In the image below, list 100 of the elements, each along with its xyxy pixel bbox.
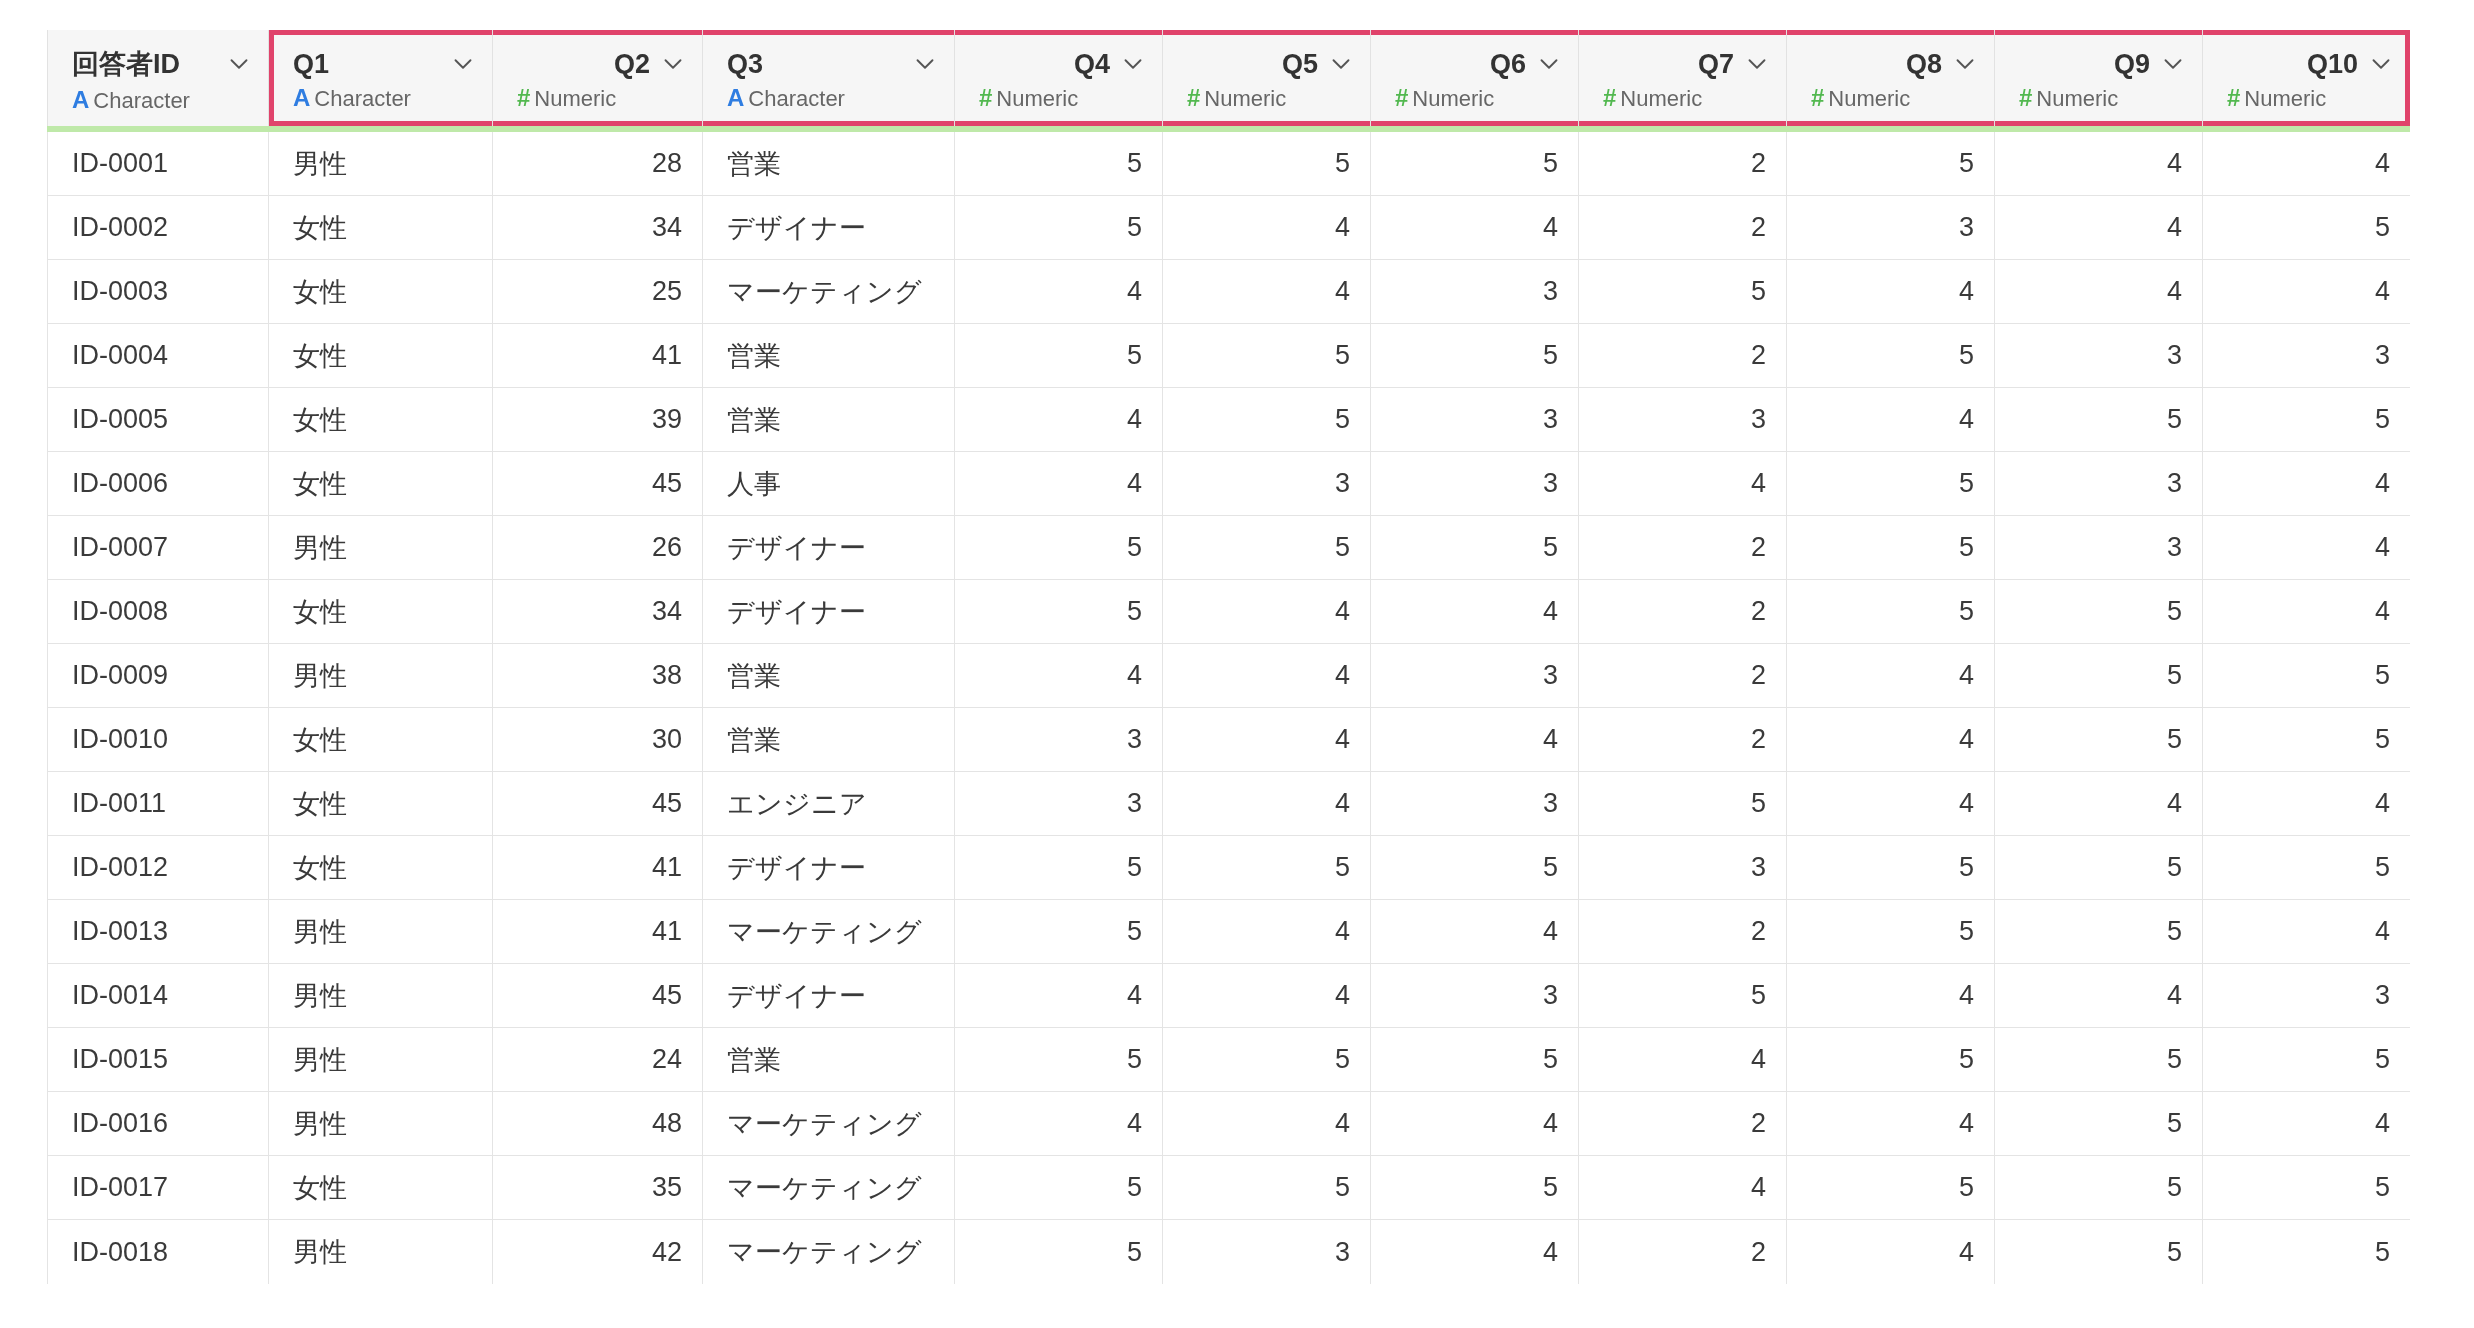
table-cell: 5	[954, 1156, 1162, 1220]
table-cell: 4	[954, 260, 1162, 324]
table-cell: 5	[954, 132, 1162, 196]
table-cell: 5	[1786, 516, 1994, 580]
table-cell: デザイナー	[702, 964, 954, 1028]
table-cell: 5	[1994, 900, 2202, 964]
table-cell: 4	[1994, 964, 2202, 1028]
table-cell: 5	[1578, 260, 1786, 324]
table-cell: 3	[1370, 964, 1578, 1028]
table-cell: ID-0010	[47, 708, 268, 772]
table-cell: 4	[1162, 196, 1370, 260]
table-cell: 3	[1370, 388, 1578, 452]
table-cell: 5	[1578, 964, 1786, 1028]
column-title: Q4	[1072, 48, 1110, 80]
table-cell: 4	[954, 1092, 1162, 1156]
column-title: Q2	[612, 48, 650, 80]
table-cell: ID-0008	[47, 580, 268, 644]
column-header[interactable]: Q1 A Character	[268, 30, 492, 126]
column-header[interactable]: Q8 # Numeric	[1786, 30, 1994, 126]
type-icon: A	[727, 83, 745, 112]
table-cell: 4	[1786, 644, 1994, 708]
table-cell: ID-0006	[47, 452, 268, 516]
column-header[interactable]: Q7 # Numeric	[1578, 30, 1786, 126]
table-cell: 5	[1370, 324, 1578, 388]
column-header[interactable]: Q2 # Numeric	[492, 30, 702, 126]
column-title: Q8	[1904, 48, 1942, 80]
column-type: Numeric	[2244, 85, 2327, 112]
table-cell: 3	[954, 772, 1162, 836]
column-type: Numeric	[534, 85, 617, 112]
table-cell: 5	[954, 836, 1162, 900]
table-cell: 5	[954, 1220, 1162, 1284]
table-cell: 4	[2202, 132, 2410, 196]
table-cell: 5	[1786, 1156, 1994, 1220]
column-title: Q1	[293, 48, 331, 80]
table-cell: 3	[1994, 516, 2202, 580]
table-cell: 2	[1578, 324, 1786, 388]
table-cell: 4	[2202, 900, 2410, 964]
table-cell: 5	[2202, 644, 2410, 708]
table-cell: 5	[1370, 836, 1578, 900]
table-cell: 5	[1994, 1220, 2202, 1284]
column-header[interactable]: Q3 A Character	[702, 30, 954, 126]
table-cell: 男性	[268, 900, 492, 964]
column-type: Numeric	[996, 85, 1079, 112]
table-cell: 5	[2202, 1220, 2410, 1284]
table-cell: 4	[1162, 644, 1370, 708]
table-cell: 4	[1370, 1220, 1578, 1284]
table-cell: 24	[492, 1028, 702, 1092]
table-cell: 5	[1162, 516, 1370, 580]
column-header[interactable]: 回答者ID A Character	[47, 30, 268, 126]
column-header[interactable]: Q4 # Numeric	[954, 30, 1162, 126]
table-cell: 5	[1162, 1156, 1370, 1220]
table-cell: 4	[1578, 452, 1786, 516]
column-type: Character	[93, 88, 190, 114]
table-cell: マーケティング	[702, 1092, 954, 1156]
table-cell: 5	[2202, 708, 2410, 772]
table-cell: 5	[1786, 580, 1994, 644]
column-header[interactable]: Q10 # Numeric	[2202, 30, 2410, 126]
type-icon: #	[1187, 83, 1201, 112]
table-cell: ID-0005	[47, 388, 268, 452]
type-icon: A	[72, 86, 90, 114]
table-cell: 4	[1786, 708, 1994, 772]
table-cell: 2	[1578, 1092, 1786, 1156]
table-cell: 人事	[702, 452, 954, 516]
table-cell: 4	[954, 452, 1162, 516]
type-icon: #	[2227, 83, 2241, 112]
table-cell: 女性	[268, 260, 492, 324]
table-cell: 4	[1578, 1028, 1786, 1092]
table-cell: ID-0014	[47, 964, 268, 1028]
column-type: Numeric	[1828, 85, 1911, 112]
column-header[interactable]: Q9 # Numeric	[1994, 30, 2202, 126]
table-cell: 5	[1786, 452, 1994, 516]
table-cell: 2	[1578, 708, 1786, 772]
table-cell: 4	[2202, 772, 2410, 836]
table-cell: 女性	[268, 708, 492, 772]
table-cell: ID-0003	[47, 260, 268, 324]
table-cell: 3	[1162, 1220, 1370, 1284]
column-type: Character	[748, 85, 845, 112]
table-cell: 4	[1162, 772, 1370, 836]
table-cell: 45	[492, 772, 702, 836]
table-cell: 4	[1370, 708, 1578, 772]
table-cell: 5	[1786, 1028, 1994, 1092]
type-icon: #	[1395, 83, 1409, 112]
table-cell: 女性	[268, 324, 492, 388]
table-cell: 5	[954, 1028, 1162, 1092]
table-cell: 5	[1994, 708, 2202, 772]
table-cell: ID-0004	[47, 324, 268, 388]
table-cell: ID-0013	[47, 900, 268, 964]
table-cell: 4	[1162, 900, 1370, 964]
table-cell: 5	[1994, 388, 2202, 452]
table-cell: 5	[1994, 580, 2202, 644]
table-cell: 41	[492, 900, 702, 964]
table-cell: マーケティング	[702, 1156, 954, 1220]
table-cell: 2	[1578, 516, 1786, 580]
table-cell: 2	[1578, 644, 1786, 708]
column-header[interactable]: Q5 # Numeric	[1162, 30, 1370, 126]
column-header[interactable]: Q6 # Numeric	[1370, 30, 1578, 126]
table-cell: 4	[1370, 900, 1578, 964]
type-icon: #	[517, 83, 531, 112]
table-cell: 2	[1578, 196, 1786, 260]
table-cell: 2	[1578, 900, 1786, 964]
